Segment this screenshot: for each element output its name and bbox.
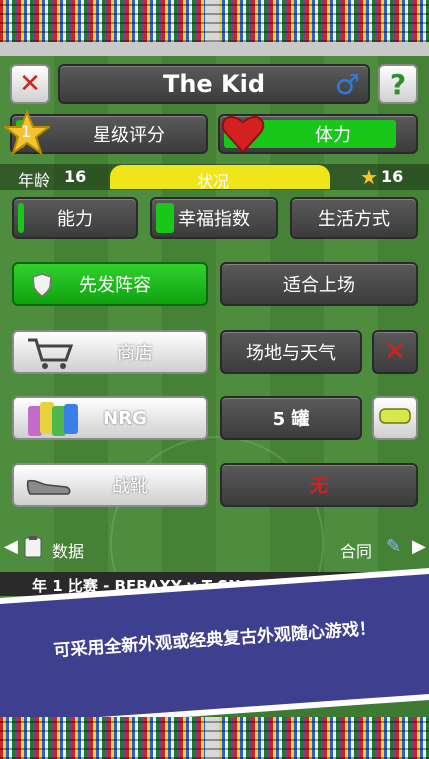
close-icon: ✕ — [384, 337, 406, 367]
tab-ability-label: 能力 — [57, 209, 93, 230]
age-value: 16 — [64, 167, 87, 186]
nrg-count: 5 罐 — [220, 396, 362, 440]
star-rating-label: 星级评分 — [93, 125, 165, 146]
energy-can-icon — [378, 406, 412, 431]
fit-to-play-label: 适合上场 — [283, 275, 355, 296]
boots-value: 无 — [220, 463, 418, 507]
star-count: 16 — [381, 167, 404, 186]
contract-link[interactable]: 合同 — [340, 538, 372, 562]
status-label[interactable]: 状况 — [197, 168, 229, 192]
data-link[interactable]: 数据 — [52, 538, 84, 562]
boots-value-label: 无 — [310, 476, 328, 497]
starting-lineup-button[interactable]: 先发阵容 — [12, 262, 208, 306]
shopping-cart-icon — [26, 336, 74, 375]
pen-icon: ✎ — [386, 536, 402, 557]
energy-drink-icon — [26, 400, 82, 445]
shop-label: 商店 — [117, 343, 153, 364]
starting-lineup-label: 先发阵容 — [79, 275, 151, 296]
bottom-nav: ◀ 数据 合同 ✎ ▶ — [0, 532, 429, 562]
player-name-panel: The Kid ♂ — [58, 64, 370, 104]
venue-close-button[interactable]: ✕ — [372, 330, 418, 374]
close-icon: ✕ — [19, 69, 41, 99]
age-label: 年龄 — [18, 171, 51, 190]
boot-icon — [26, 475, 72, 504]
heart-icon — [220, 110, 266, 156]
use-nrg-button[interactable] — [372, 396, 418, 440]
boots-button[interactable]: 战靴 — [12, 463, 208, 507]
tab-happiness[interactable]: 幸福指数 — [150, 197, 278, 239]
shop-button[interactable]: 商店 — [12, 330, 208, 374]
venue-weather-button[interactable]: 场地与天气 — [220, 330, 362, 374]
tab-lifestyle-label: 生活方式 — [318, 209, 390, 230]
nrg-count-label: 5 罐 — [272, 409, 310, 430]
next-arrow-icon[interactable]: ▶ — [412, 536, 426, 557]
nrg-label: NRG — [103, 407, 147, 429]
player-name: The Kid — [162, 70, 266, 98]
prev-arrow-icon[interactable]: ◀ — [4, 536, 18, 557]
boots-label: 战靴 — [112, 476, 148, 497]
clipboard-icon — [24, 536, 42, 562]
close-button[interactable]: ✕ — [10, 64, 50, 104]
stadium-crowd-bottom — [0, 717, 429, 759]
star-icon: 1 — [2, 109, 52, 156]
venue-weather-label: 场地与天气 — [246, 343, 336, 364]
shield-icon — [32, 273, 52, 302]
stadium-crowd-top — [0, 0, 429, 42]
male-gender-icon: ♂ — [334, 68, 360, 101]
tab-happiness-label: 幸福指数 — [178, 209, 250, 230]
tab-ability[interactable]: 能力 — [12, 197, 138, 239]
nrg-button[interactable]: NRG — [12, 396, 208, 440]
help-button[interactable]: ? — [378, 64, 418, 104]
fit-to-play-button[interactable]: 适合上场 — [220, 262, 418, 306]
tab-lifestyle[interactable]: 生活方式 — [290, 197, 418, 239]
help-icon: ? — [389, 67, 407, 101]
small-star-icon: ★ — [360, 165, 378, 189]
